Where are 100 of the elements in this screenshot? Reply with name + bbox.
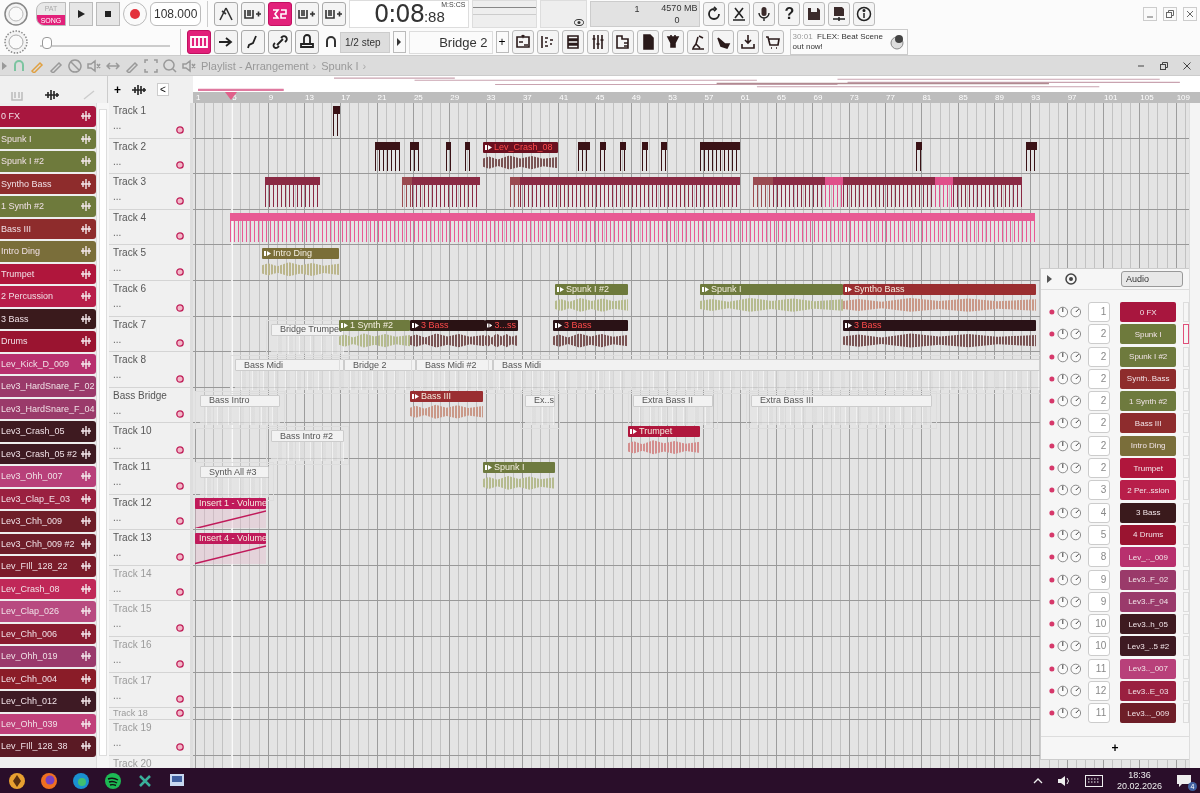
- clip-header[interactable]: Trumpet: [628, 426, 700, 438]
- channel-button[interactable]: Lev_Ohh_039: [0, 713, 96, 734]
- clip-header[interactable]: Bridge 2: [344, 359, 416, 372]
- insert-button[interactable]: Lev3_..5 #2: [1120, 636, 1177, 657]
- clip-header[interactable]: Bass Intro: [200, 394, 280, 407]
- insert-number-field[interactable]: 2: [1087, 413, 1111, 434]
- track-header[interactable]: Track 5 ...: [109, 245, 190, 281]
- clip-header[interactable]: Ex..s: [525, 394, 555, 407]
- channel-button[interactable]: 3 Bass: [0, 308, 96, 329]
- channel-button[interactable]: Spunk I #2: [0, 151, 96, 172]
- insert-number-field[interactable]: 1: [1087, 302, 1111, 322]
- clip-header[interactable]: Spunk I: [700, 284, 843, 295]
- track-header[interactable]: Track 15 ...: [109, 601, 190, 637]
- insert-button[interactable]: Lev_.._009: [1120, 547, 1177, 568]
- channel-button[interactable]: Lev_Clap_026: [0, 601, 96, 622]
- insert-button[interactable]: Trumpet: [1120, 458, 1177, 479]
- insert-button[interactable]: Lev3..F_04: [1120, 591, 1177, 612]
- track-menu-dots[interactable]: ...: [113, 333, 127, 345]
- track-header[interactable]: Track 7 ...: [109, 316, 190, 353]
- track-header[interactable]: Track 1 ...: [109, 103, 190, 139]
- channel-button[interactable]: Lev3_Crash_05 #2: [0, 443, 96, 464]
- clip-header[interactable]: Bass III: [410, 390, 483, 402]
- track-header[interactable]: Track 17 ...: [109, 672, 190, 709]
- add-insert-button[interactable]: +: [1111, 741, 1119, 755]
- channel-button[interactable]: Lev_Ohh_019: [0, 646, 96, 667]
- clip-header[interactable]: Extra Bass II: [633, 394, 713, 407]
- clip-header[interactable]: 3 Bass: [410, 319, 485, 331]
- track-menu-dots[interactable]: ...: [113, 226, 127, 238]
- tempo-field[interactable]: 108.000: [150, 2, 202, 26]
- insert-button[interactable]: Spunk I #2: [1120, 346, 1177, 367]
- clip-header[interactable]: 3...ss: [485, 319, 518, 331]
- insert-button[interactable]: 4 Drums: [1120, 524, 1177, 545]
- channel-button[interactable]: Lev3_Crash_05: [0, 421, 96, 442]
- track-header[interactable]: Track 11 ...: [109, 458, 190, 495]
- track-menu-dots[interactable]: ...: [113, 262, 127, 274]
- channel-button[interactable]: Lev_Kick_D_009: [0, 353, 96, 374]
- insert-number-field[interactable]: 2: [1087, 368, 1111, 389]
- channel-button[interactable]: 2 Percussion: [0, 286, 96, 307]
- track-header[interactable]: Track 16 ...: [109, 636, 190, 673]
- routing-dropdown[interactable]: Audio: [1121, 271, 1183, 287]
- insert-number-field[interactable]: 9: [1087, 591, 1111, 612]
- channel-button[interactable]: Bass III: [0, 218, 96, 239]
- clip-header[interactable]: Bass Midi: [493, 359, 1040, 372]
- track-menu-dots[interactable]: ...: [113, 369, 127, 381]
- clip-header[interactable]: Synth All #3: [200, 466, 269, 478]
- track-menu-dots[interactable]: ...: [113, 689, 127, 701]
- clip-header[interactable]: 3 Bass: [843, 319, 1036, 331]
- channel-button[interactable]: Lev3_Chh_009: [0, 511, 96, 532]
- insert-number-field[interactable]: 10: [1087, 636, 1111, 657]
- insert-number-field[interactable]: 2: [1087, 391, 1111, 412]
- track-header[interactable]: Track 2 ...: [109, 138, 190, 175]
- track-menu-dots[interactable]: ...: [113, 120, 127, 131]
- clip-header[interactable]: Bass Midi: [235, 359, 344, 372]
- track-header[interactable]: Track 4 ...: [109, 209, 190, 246]
- clip-header[interactable]: Intro Ding: [262, 248, 339, 260]
- track-menu-dots[interactable]: ...: [113, 653, 127, 665]
- channel-button[interactable]: Lev_Chh_012: [0, 691, 96, 712]
- insert-button[interactable]: 3 Bass: [1120, 502, 1177, 523]
- track-menu-dots[interactable]: ...: [113, 475, 127, 487]
- insert-number-field[interactable]: 12: [1087, 681, 1111, 702]
- channel-button[interactable]: Trumpet: [0, 263, 96, 284]
- track-menu-dots[interactable]: ...: [113, 511, 127, 523]
- pattern-selector[interactable]: Bridge 2: [408, 30, 493, 54]
- insert-button[interactable]: Spunk I: [1120, 324, 1177, 345]
- track-header[interactable]: Track 12 ...: [109, 494, 190, 531]
- clip-header[interactable]: Syntho Bass: [843, 284, 1036, 295]
- track-menu-dots[interactable]: ...: [113, 297, 127, 309]
- insert-number-field[interactable]: 2: [1087, 458, 1111, 479]
- insert-button[interactable]: Lev3.._007: [1120, 658, 1177, 679]
- channel-button[interactable]: 0 FX: [0, 106, 96, 127]
- track-header[interactable]: Track 3 ...: [109, 174, 190, 210]
- insert-button[interactable]: Synth..Bass: [1120, 368, 1177, 389]
- insert-number-field[interactable]: 2: [1087, 435, 1111, 456]
- insert-button[interactable]: 0 FX: [1120, 302, 1177, 322]
- insert-button[interactable]: 1 Synth #2: [1120, 391, 1177, 412]
- channel-button[interactable]: Lev_Chh_004: [0, 668, 96, 689]
- clip-header[interactable]: Extra Bass III: [751, 394, 932, 407]
- track-menu-dots[interactable]: ...: [113, 582, 127, 594]
- clip-header[interactable]: Bass Intro #2: [271, 430, 344, 443]
- insert-button[interactable]: Lev3..._009: [1120, 703, 1177, 724]
- clip-header[interactable]: Bass Midi #2: [416, 359, 493, 372]
- clip-header[interactable]: 1 Synth #2: [339, 319, 410, 331]
- channel-button[interactable]: Lev3_HardSnare_F_04: [0, 398, 96, 419]
- snap-dropdown[interactable]: 1/2 step: [340, 31, 390, 53]
- insert-button[interactable]: Bass III: [1120, 413, 1177, 434]
- channel-button[interactable]: Syntho Bass: [0, 173, 96, 194]
- insert-number-field[interactable]: 8: [1087, 547, 1111, 568]
- track-header[interactable]: Track 10 ...: [109, 423, 190, 459]
- track-menu-dots[interactable]: ...: [113, 404, 127, 416]
- track-menu-dots[interactable]: ...: [113, 737, 127, 749]
- channel-button[interactable]: Spunk I: [0, 128, 96, 149]
- insert-number-field[interactable]: 4: [1087, 502, 1111, 523]
- track-menu-dots[interactable]: ...: [113, 155, 127, 167]
- clip-header[interactable]: Spunk I: [483, 462, 555, 473]
- channel-button[interactable]: Lev_Chh_006: [0, 623, 96, 644]
- clip-header[interactable]: Lev_Crash_08: [483, 141, 558, 153]
- channel-button[interactable]: Lev_FIll_128_38: [0, 736, 96, 757]
- track-menu-dots[interactable]: ...: [113, 618, 127, 630]
- insert-button[interactable]: Intro Ding: [1120, 435, 1177, 456]
- channel-button[interactable]: Drums: [0, 331, 96, 352]
